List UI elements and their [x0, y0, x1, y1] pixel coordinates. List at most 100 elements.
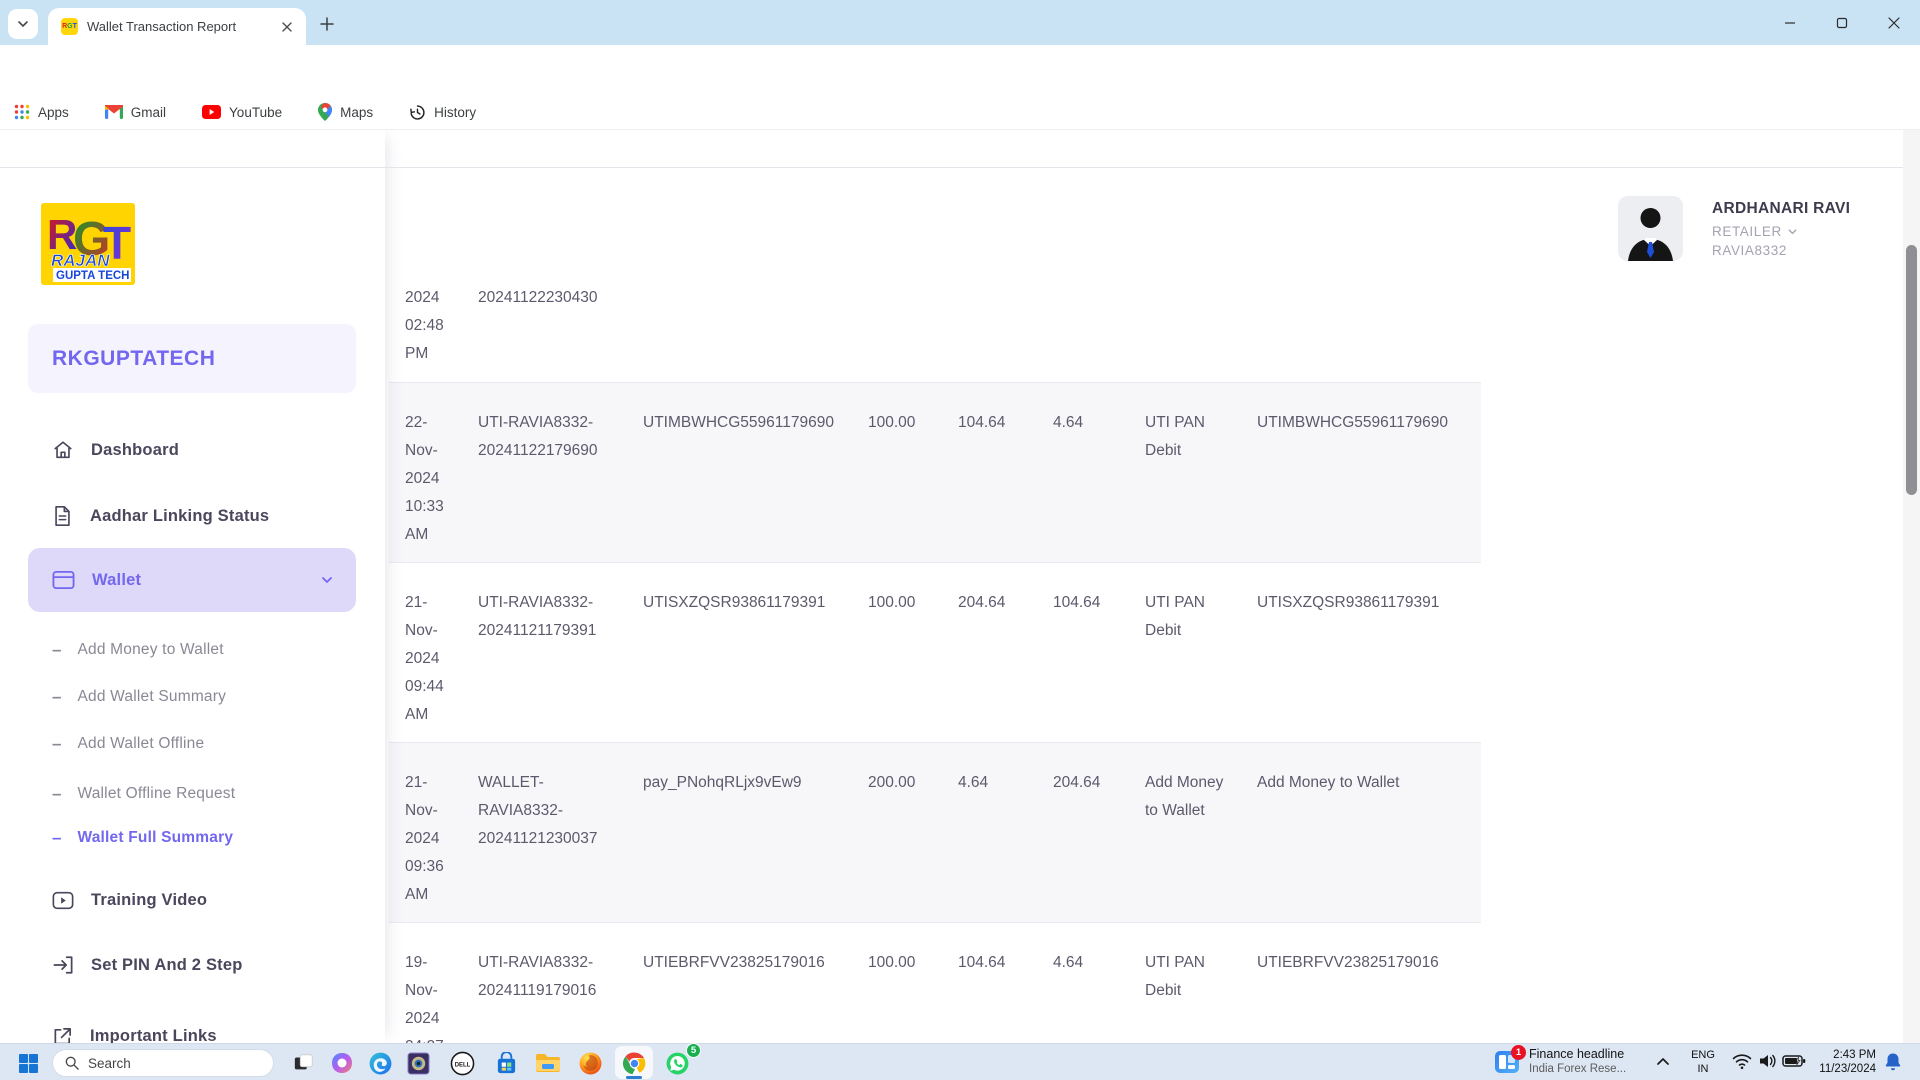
- table-row: 22-Nov-202410:33AMUTI-RAVIA8332-20241122…: [389, 382, 1481, 562]
- user-profile[interactable]: ARDHANARI RAVI RETAILER RAVIA8332: [1618, 196, 1880, 262]
- chevron-down-icon: [320, 573, 334, 587]
- taskbar: Search DELL 5: [0, 1043, 1920, 1080]
- company-logo[interactable]: R G T RAJAN GUPTA TECH: [41, 203, 135, 285]
- bookmark-label: Gmail: [131, 105, 166, 120]
- taskbar-search[interactable]: Search: [52, 1049, 274, 1077]
- cell-balance-before: 104.64: [958, 409, 1053, 437]
- cell-remark: Add Moneyto Wallet: [1145, 769, 1257, 825]
- sidebar-item-dashboard[interactable]: Dashboard: [28, 426, 356, 474]
- transaction-rows: 202402:48PM2024112223043022-Nov-202410:3…: [389, 230, 1481, 1043]
- sidebar-item-important-links[interactable]: Important Links: [28, 1012, 356, 1043]
- tray-overflow-button[interactable]: [1655, 1054, 1671, 1075]
- browser-tab[interactable]: RGT Wallet Transaction Report: [48, 8, 306, 45]
- widgets-button[interactable]: 1 Finance headline India Forex Rese...: [1494, 1047, 1626, 1076]
- login-icon: [52, 955, 74, 975]
- maps-icon: [318, 103, 332, 121]
- cell-balance-before: 104.64: [958, 949, 1053, 977]
- cell-order: WALLET-RAVIA8332-20241121230037: [478, 769, 643, 853]
- cell-amount: 100.00: [868, 589, 958, 617]
- sidebar-item-label: Important Links: [90, 1027, 217, 1044]
- cell-balance-after: 4.64: [1053, 949, 1145, 977]
- chrome-icon[interactable]: [615, 1047, 653, 1079]
- window-minimize-button[interactable]: [1764, 0, 1816, 45]
- bookmark-apps[interactable]: Apps: [14, 104, 69, 120]
- tray-date: 11/23/2024: [1800, 1062, 1876, 1076]
- bookmark-youtube[interactable]: YouTube: [202, 105, 282, 120]
- user-avatar: [1618, 196, 1683, 261]
- bookmark-gmail[interactable]: Gmail: [105, 105, 166, 120]
- sidebar-item-training-video[interactable]: Training Video: [28, 876, 356, 924]
- firefox-icon[interactable]: [571, 1047, 609, 1079]
- cell-utr: UTIMBWHCG55961179690: [1257, 409, 1481, 437]
- widget-headline: Finance headline: [1529, 1047, 1626, 1062]
- navbar-divider: [0, 167, 1920, 168]
- dash-icon: –: [52, 687, 61, 707]
- tab-search-button[interactable]: [8, 9, 38, 39]
- cell-balance-before: 204.64: [958, 589, 1053, 617]
- dash-icon: –: [52, 640, 61, 660]
- tab-close-icon[interactable]: [278, 18, 296, 36]
- browser-tabstrip: RGT Wallet Transaction Report: [0, 0, 1920, 45]
- start-button[interactable]: [14, 1049, 42, 1077]
- sidebar-subitem-label: Wallet Full Summary: [77, 829, 233, 847]
- copilot-icon[interactable]: [323, 1047, 361, 1079]
- scrollbar-thumb[interactable]: [1906, 245, 1917, 495]
- language-indicator[interactable]: ENG IN: [1684, 1048, 1722, 1076]
- task-view-icon[interactable]: [285, 1047, 323, 1079]
- whatsapp-icon[interactable]: 5: [658, 1047, 696, 1079]
- window-controls: [1764, 0, 1920, 45]
- cell-ref: pay_PNohqRLjx9vEw9: [643, 769, 868, 797]
- sidebar-item-label: Dashboard: [91, 441, 179, 460]
- sidebar-subitem-label: Add Wallet Offline: [77, 735, 204, 753]
- notification-bell-icon[interactable]: [1884, 1052, 1902, 1076]
- bookmark-label: History: [434, 105, 476, 120]
- cell-date: 21-Nov-202409:36AM: [405, 769, 478, 909]
- table-row: 202402:48PM20241122230430: [389, 230, 1481, 382]
- media-player-icon[interactable]: [399, 1047, 437, 1079]
- sidebar-subitem-wallet-full-summary[interactable]: – Wallet Full Summary: [52, 821, 342, 855]
- edge-icon[interactable]: [361, 1047, 399, 1079]
- svg-text:GUPTA TECH: GUPTA TECH: [56, 270, 129, 282]
- user-role[interactable]: RETAILER: [1712, 224, 1798, 239]
- page-scrollbar[interactable]: [1903, 130, 1920, 1043]
- cell-balance-before: 4.64: [958, 769, 1053, 797]
- cell-order: UTI-RAVIA8332-20241119179016: [478, 949, 643, 1005]
- dash-icon: –: [52, 784, 61, 804]
- sidebar-subitem-add-wallet-summary[interactable]: – Add Wallet Summary: [52, 680, 342, 714]
- bookmark-maps[interactable]: Maps: [318, 103, 373, 121]
- sidebar-item-wallet[interactable]: Wallet: [28, 548, 356, 612]
- microsoft-store-icon[interactable]: [487, 1047, 525, 1079]
- sidebar-subitem-wallet-offline-request[interactable]: – Wallet Offline Request: [52, 777, 342, 811]
- cell-ref: UTIEBRFVV23825179016: [643, 949, 868, 977]
- sidebar-subitem-add-wallet-offline[interactable]: – Add Wallet Offline: [52, 727, 342, 761]
- window-close-button[interactable]: [1868, 0, 1920, 45]
- screen: RGT Wallet Transaction Report: [0, 0, 1920, 1080]
- sidebar: R G T RAJAN GUPTA TECH RKGUPTATECH Dashb…: [0, 130, 385, 1043]
- sidebar-item-aadhar-linking-status[interactable]: Aadhar Linking Status: [28, 492, 356, 540]
- clock[interactable]: 2:43 PM 11/23/2024: [1800, 1048, 1876, 1076]
- sidebar-subitem-add-money-to-wallet[interactable]: – Add Money to Wallet: [52, 633, 342, 667]
- new-tab-button[interactable]: [316, 13, 338, 35]
- sidebar-item-set-pin-and-2-step[interactable]: Set PIN And 2 Step: [28, 941, 356, 989]
- cell-date: 202402:48PM: [405, 284, 478, 368]
- widgets-badge: 1: [1511, 1045, 1526, 1060]
- sidebar-subitem-label: Add Wallet Summary: [77, 688, 226, 706]
- brand-banner: RKGUPTATECH: [28, 324, 356, 393]
- table-row: 21-Nov-202409:36AMWALLET-RAVIA8332-20241…: [389, 742, 1481, 922]
- file-explorer-icon[interactable]: [529, 1047, 567, 1079]
- cell-balance-after: 204.64: [1053, 769, 1145, 797]
- bookmark-history[interactable]: History: [409, 104, 476, 121]
- page-content: R G T RAJAN GUPTA TECH RKGUPTATECH Dashb…: [0, 130, 1920, 1043]
- play-video-icon: [52, 891, 74, 910]
- volume-icon[interactable]: [1758, 1052, 1777, 1075]
- history-icon: [409, 104, 426, 121]
- apps-grid-icon: [14, 104, 30, 120]
- wifi-icon[interactable]: [1732, 1052, 1752, 1075]
- user-name: ARDHANARI RAVI: [1712, 200, 1850, 218]
- dell-icon[interactable]: DELL: [443, 1047, 481, 1079]
- tab-title: Wallet Transaction Report: [87, 19, 278, 34]
- table-row: 21-Nov-202409:44AMUTI-RAVIA8332-20241121…: [389, 562, 1481, 742]
- gmail-icon: [105, 105, 123, 119]
- sidebar-item-label: Aadhar Linking Status: [90, 507, 269, 526]
- window-maximize-button[interactable]: [1816, 0, 1868, 45]
